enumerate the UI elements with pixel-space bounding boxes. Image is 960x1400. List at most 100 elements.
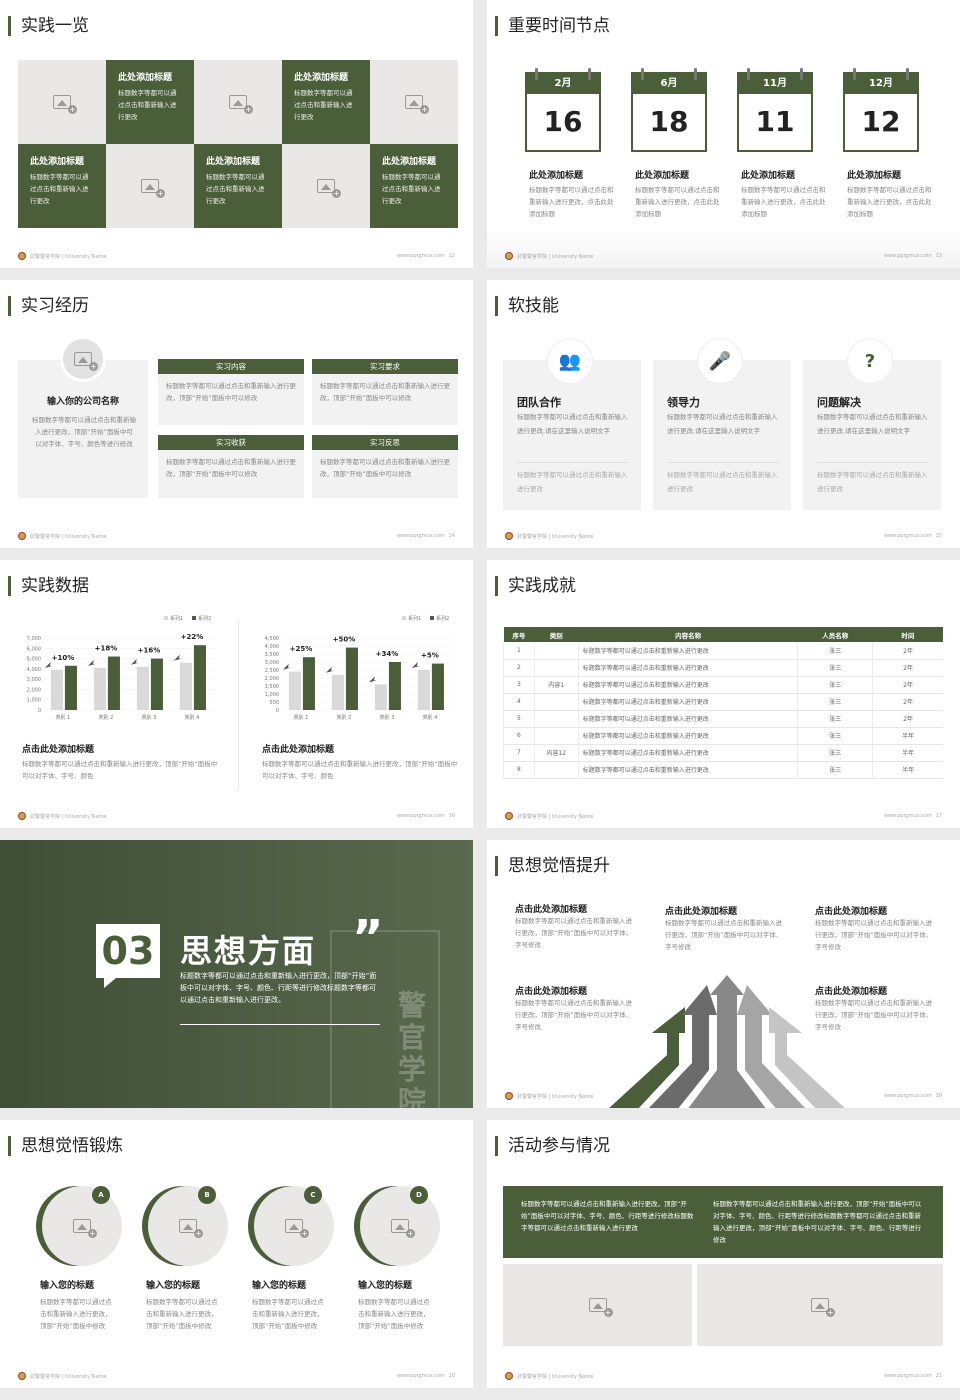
table-cell: 标题数字等都可以通过点击和重新输入进行更改 bbox=[577, 659, 798, 676]
image-placeholder[interactable] bbox=[42, 1186, 122, 1266]
table-cell bbox=[533, 727, 579, 744]
timeline-title: 此处添加标题 bbox=[529, 171, 584, 181]
item-title: 输入您的标题 bbox=[252, 1281, 307, 1291]
table-row: 7 内容12 标题数字等都可以通过点击和重新输入进行更改 张三 半年 bbox=[503, 744, 943, 761]
page-number: 16 bbox=[448, 813, 455, 819]
calendar-day: 12 bbox=[861, 105, 901, 138]
footer-url[interactable]: www.pptgmus.com bbox=[397, 813, 445, 819]
growth-arrow-icon bbox=[173, 654, 182, 661]
growth-arrow-icon bbox=[130, 658, 139, 665]
image-placeholder[interactable] bbox=[254, 1186, 334, 1266]
footer-url[interactable]: www.pptgmus.com bbox=[884, 813, 932, 819]
company-name: 输入你的公司名称 bbox=[46, 397, 119, 407]
text-block: 点击此处添加标题 标题数字等都可以通过点击和重新输入进行更改，顶部“开始”面板中可… bbox=[815, 904, 935, 953]
text-block: 点击此处添加标题 标题数字等都可以通过点击和重新输入进行更改，顶部“开始”面板中可… bbox=[665, 904, 785, 953]
image-placeholder[interactable] bbox=[106, 144, 194, 228]
block-title: 点击此处添加标题 bbox=[515, 905, 588, 915]
y-tick-label: 0 bbox=[276, 708, 279, 714]
footer-left: 武警警官学院 | University Name bbox=[517, 533, 594, 540]
table-header-cell: 时间 bbox=[901, 631, 915, 640]
footer-left: 武警警官学院 | University Name bbox=[30, 813, 107, 820]
chart-caption-text: 标题数字等都可以通过点击和重新输入进行更改，顶部“开始”面板中可以对字体、字号、… bbox=[262, 760, 458, 780]
item-text: 标题数字等都可以通过点击和重新输入进行更改，顶部“开始”面板中修改 bbox=[252, 1298, 324, 1330]
block-text: 标题数字等都可以通过点击和重新输入进行更改，顶部“开始”面板中可以对字体、字号修… bbox=[665, 919, 783, 951]
growth-annotation: +10% bbox=[52, 654, 75, 662]
slide-title: 实践数据 bbox=[8, 576, 89, 596]
image-icon bbox=[141, 179, 165, 198]
bar bbox=[388, 662, 401, 710]
y-tick-label: 3,000 bbox=[27, 677, 41, 683]
footer-url[interactable]: www.pptgmus.com bbox=[397, 253, 445, 259]
tile: 此处添加标题 标题数字等都可以通过点击和重新输入进行更改 bbox=[194, 144, 282, 228]
tile: 此处添加标题 标题数字等都可以通过点击和重新输入进行更改 bbox=[282, 60, 370, 144]
school-logo-icon bbox=[18, 532, 26, 540]
image-placeholder[interactable] bbox=[194, 60, 282, 144]
table-cell: 2年 bbox=[872, 693, 943, 710]
image-icon bbox=[179, 1219, 203, 1238]
table-cell: 张三 bbox=[797, 761, 873, 778]
calendar-card: 12月 12 bbox=[843, 68, 919, 152]
table-cell: 标题数字等都可以通过点击和重新输入进行更改 bbox=[577, 676, 798, 693]
company-image-placeholder[interactable] bbox=[60, 336, 106, 382]
image-placeholder[interactable] bbox=[370, 60, 458, 144]
bar bbox=[136, 666, 149, 710]
info-box-head: 实习内容 bbox=[158, 359, 304, 374]
image-placeholder[interactable] bbox=[360, 1186, 440, 1266]
table-row: 1 标题数字等都可以通过点击和重新输入进行更改 张三 2年 bbox=[503, 642, 943, 659]
footer-url[interactable]: www.pptgmus.com bbox=[397, 533, 445, 539]
background-sign-text: 警官学院 bbox=[398, 989, 427, 1109]
image-placeholder[interactable] bbox=[148, 1186, 228, 1266]
image-placeholder[interactable] bbox=[697, 1264, 943, 1346]
table-cell: 1 bbox=[503, 642, 535, 659]
info-box: 实习要求 标题数字等都可以通过点击和重新输入进行更改，顶部“开始”面板中可以修改 bbox=[312, 359, 458, 425]
letter-badge: A bbox=[92, 1186, 110, 1204]
y-tick-label: 1,500 bbox=[265, 684, 279, 690]
school-logo-icon bbox=[505, 532, 513, 540]
footer-left: 武警警官学院 | University Name bbox=[517, 1093, 594, 1100]
footer-url[interactable]: www.pptgmus.com bbox=[884, 1373, 932, 1379]
footer-url[interactable]: www.pptgmus.com bbox=[397, 1373, 445, 1379]
image-placeholder[interactable] bbox=[282, 144, 370, 228]
table-cell bbox=[533, 693, 579, 710]
slide-title: 思想觉悟锻炼 bbox=[8, 1136, 123, 1156]
table-header-cell: 类别 bbox=[549, 631, 563, 640]
letter-badge: C bbox=[304, 1186, 322, 1204]
tile-title: 此处添加标题 bbox=[382, 157, 437, 167]
calendar-card: 2月 16 bbox=[525, 68, 601, 152]
growth-annotation: +25% bbox=[290, 645, 313, 653]
chart-caption-title: 点击此处添加标题 bbox=[22, 745, 95, 755]
footer: 武警警官学院 | University Name www.pptgmus.com 1… bbox=[18, 810, 455, 822]
table-row: 4 标题数字等都可以通过点击和重新输入进行更改 张三 2年 bbox=[503, 693, 943, 710]
image-placeholder[interactable] bbox=[503, 1264, 692, 1346]
timeline-title: 此处添加标题 bbox=[741, 171, 796, 181]
y-tick-label: 500 bbox=[269, 700, 279, 706]
y-tick-label: 2,000 bbox=[27, 687, 41, 693]
footer-url[interactable]: www.pptgmus.com bbox=[884, 533, 932, 539]
bar bbox=[93, 667, 106, 710]
image-placeholder[interactable] bbox=[18, 60, 106, 144]
table-cell: 半年 bbox=[872, 727, 943, 744]
page-number: 20 bbox=[448, 1373, 455, 1379]
chart-caption-title: 点击此处添加标题 bbox=[262, 745, 335, 755]
bar-chart-2: 系列1 系列2 0 500 1,000 1,500 2,000 2,500 3,000 3,500… bbox=[265, 615, 454, 721]
skill-title: 问题解决 bbox=[817, 396, 861, 409]
footer-url[interactable]: www.pptgmus.com bbox=[884, 253, 932, 259]
image-icon bbox=[53, 95, 77, 114]
footer: 武警警官学院 | University Name www.pptgmus.com 2… bbox=[18, 1370, 455, 1382]
bar bbox=[193, 645, 206, 710]
tile-text: 标题数字等都可以通过点击和重新输入进行更改 bbox=[294, 89, 353, 121]
y-tick-label: 1,000 bbox=[27, 698, 41, 704]
image-icon bbox=[74, 352, 98, 371]
footer-url[interactable]: www.pptgmus.com bbox=[884, 1093, 932, 1099]
page-number: 17 bbox=[935, 813, 942, 819]
footer-left: 武警警官学院 | University Name bbox=[30, 1373, 107, 1380]
page-number: 19 bbox=[935, 1093, 942, 1099]
footer: 武警警官学院 | University Name www.pptgmus.com 1… bbox=[505, 250, 942, 262]
item-title: 输入您的标题 bbox=[146, 1281, 201, 1291]
skill-text-2: 标题数字等都可以通过点击和重新输入进行更改 bbox=[817, 471, 928, 493]
skill-title: 团队合作 bbox=[517, 396, 561, 409]
item-title: 输入您的标题 bbox=[358, 1281, 413, 1291]
bar bbox=[150, 658, 163, 710]
page-number: 14 bbox=[448, 533, 455, 539]
block-text: 标题数字等都可以通过点击和重新输入进行更改，顶部“开始”面板中可以对字体、字号修… bbox=[815, 999, 933, 1031]
